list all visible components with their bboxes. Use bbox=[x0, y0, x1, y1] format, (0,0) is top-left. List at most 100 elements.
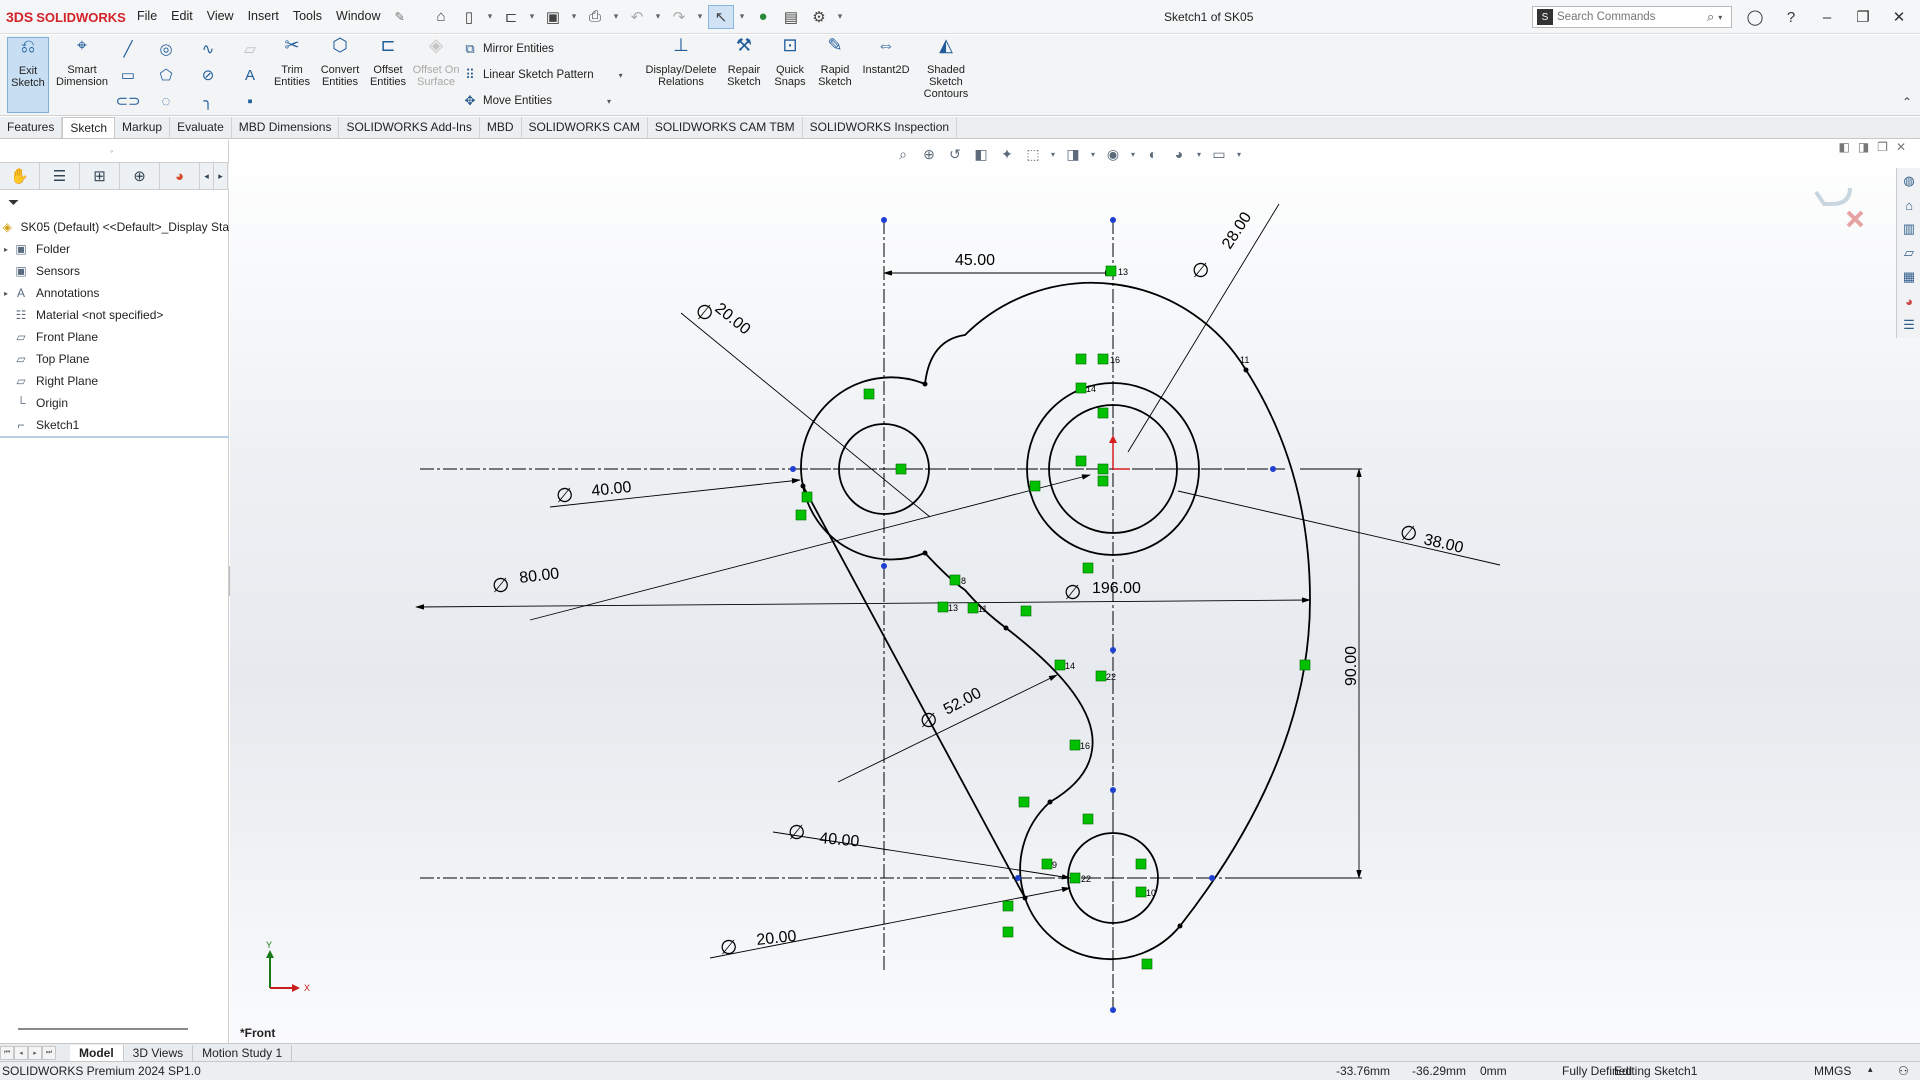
exit-sketch-button[interactable]: ⎌ Exit Sketch bbox=[7, 37, 49, 113]
dim-diameter-28[interactable]: 28.00 bbox=[1219, 209, 1255, 252]
previous-tab-icon[interactable]: ◂ bbox=[14, 1045, 28, 1060]
rapid-sketch-button[interactable]: ✎ Rapid Sketch bbox=[811, 36, 859, 88]
trim-entities-button[interactable]: ✂ Trim Entities bbox=[268, 36, 316, 88]
arc-tool-icon[interactable]: ◌ bbox=[156, 91, 176, 111]
pin-icon[interactable]: ✎ bbox=[388, 9, 412, 24]
endpoint[interactable] bbox=[1110, 217, 1116, 223]
redo-icon[interactable]: ↷ bbox=[666, 5, 692, 29]
new-document-icon[interactable]: ▯ bbox=[456, 5, 482, 29]
construction-lines[interactable] bbox=[793, 220, 1285, 1010]
polygon-tool-icon[interactable]: ⬠ bbox=[156, 65, 176, 85]
relation-glyph-icon[interactable] bbox=[967, 602, 979, 614]
relation-glyph-icon[interactable] bbox=[1054, 659, 1066, 671]
graphics-area[interactable]: ⌕ ⊕ ↺ ◧ ✦ ⬚ ▾ ◨ ▾ ◉ ▾ ◐ ◕ ▾ ▭ ▾ ◧ ◨ ❐ ✕ … bbox=[230, 140, 1920, 1043]
first-tab-icon[interactable]: ⏮ bbox=[0, 1045, 14, 1060]
relation-glyph-icon[interactable] bbox=[1095, 670, 1107, 682]
undo-dropdown-icon[interactable]: ▾ bbox=[652, 5, 664, 29]
spline-tool-icon[interactable]: ∿ bbox=[198, 39, 218, 59]
tree-item-folder[interactable]: ▸ ▣ Folder bbox=[0, 238, 229, 260]
options-dropdown-icon[interactable]: ▾ bbox=[834, 5, 846, 29]
print-dropdown-icon[interactable]: ▾ bbox=[610, 5, 622, 29]
open-icon[interactable]: ⊏ bbox=[498, 5, 524, 29]
convert-entities-button[interactable]: ⬡ Convert Entities bbox=[316, 36, 364, 88]
plane-tool-icon[interactable]: ▱ bbox=[240, 39, 260, 59]
property-manager-tab-icon[interactable]: ☰ bbox=[40, 163, 80, 189]
search-icon[interactable]: ⌕ bbox=[1707, 9, 1714, 25]
offset-on-surface-button[interactable]: ◈ Offset On Surface bbox=[412, 36, 460, 88]
text-tool-icon[interactable]: A bbox=[240, 65, 260, 85]
bottom-outer-arc[interactable] bbox=[1019, 801, 1181, 960]
relation-glyph-icon[interactable] bbox=[795, 509, 807, 521]
tab-solidworks-cam[interactable]: SOLIDWORKS CAM bbox=[522, 117, 648, 138]
relation-glyph-icon[interactable] bbox=[1097, 463, 1109, 475]
endpoint[interactable] bbox=[1110, 647, 1116, 653]
relation-glyph-icon[interactable] bbox=[1002, 926, 1014, 938]
tree-item-sketch1[interactable]: ⌐ Sketch1 bbox=[0, 414, 229, 436]
endpoint[interactable] bbox=[1209, 875, 1215, 881]
select-dropdown-icon[interactable]: ▾ bbox=[736, 5, 748, 29]
mirror-entities-button[interactable]: ⧉ Mirror Entities bbox=[462, 41, 554, 57]
tab-solidworks-add-ins[interactable]: SOLIDWORKS Add-Ins bbox=[339, 117, 480, 138]
linear-sketch-pattern-button[interactable]: ⠿ Linear Sketch Pattern ▾ bbox=[462, 67, 622, 83]
tree-item-front-plane[interactable]: ▱ Front Plane bbox=[0, 326, 229, 348]
filter-icon[interactable]: ⏷ bbox=[8, 194, 19, 211]
options-gear-icon[interactable]: ⚙ bbox=[806, 5, 832, 29]
dim-45[interactable]: 45.00 bbox=[955, 252, 995, 269]
fillet-tool-icon[interactable]: ╮ bbox=[198, 91, 218, 111]
rectangle-tool-icon[interactable]: ▭ bbox=[118, 65, 138, 85]
menu-insert[interactable]: Insert bbox=[241, 9, 286, 24]
search-commands-box[interactable]: S ⌕ ▾ bbox=[1532, 6, 1732, 28]
instant2d-button[interactable]: ⇔ Instant2D bbox=[858, 36, 914, 76]
unit-system-dropdown-icon[interactable]: ▴ bbox=[1868, 1064, 1873, 1075]
endpoint[interactable] bbox=[1110, 787, 1116, 793]
relation-glyph-icon[interactable] bbox=[1075, 353, 1087, 365]
collapse-ribbon-icon[interactable]: ⌃ bbox=[1902, 95, 1912, 109]
menu-file[interactable]: File bbox=[130, 9, 164, 24]
move-dropdown-icon[interactable]: ▾ bbox=[607, 97, 611, 106]
relation-glyph-icon[interactable] bbox=[1141, 958, 1153, 970]
solidworks-logo[interactable]: 3DS SOLIDWORKS bbox=[0, 9, 130, 25]
endpoint[interactable] bbox=[881, 563, 887, 569]
centerlines[interactable] bbox=[420, 220, 1280, 972]
relation-glyph-icon[interactable] bbox=[801, 491, 813, 503]
open-dropdown-icon[interactable]: ▾ bbox=[526, 5, 538, 29]
shaded-sketch-contours-button[interactable]: ◭ Shaded Sketch Contours bbox=[918, 36, 974, 100]
search-dropdown-icon[interactable]: ▾ bbox=[1718, 13, 1722, 22]
panel-grip-icon[interactable]: ◦ bbox=[110, 146, 113, 156]
relation-glyph-icon[interactable] bbox=[1075, 455, 1087, 467]
file-properties-icon[interactable]: ▤ bbox=[778, 5, 804, 29]
tab-mbd[interactable]: MBD bbox=[480, 117, 522, 138]
relation-glyph-icon[interactable] bbox=[895, 463, 907, 475]
repair-sketch-button[interactable]: ⚒ Repair Sketch bbox=[720, 36, 768, 88]
save-dropdown-icon[interactable]: ▾ bbox=[568, 5, 580, 29]
redo-dropdown-icon[interactable]: ▾ bbox=[694, 5, 706, 29]
tab-markup[interactable]: Markup bbox=[115, 117, 171, 138]
dim-diameter-20-top[interactable]: 20.00 bbox=[711, 300, 753, 338]
tab-motion-study-1[interactable]: Motion Study 1 bbox=[193, 1044, 293, 1061]
display-delete-relations-button[interactable]: ⊥ Display/Delete Relations bbox=[640, 36, 722, 88]
expand-icon[interactable]: ▸ bbox=[0, 245, 12, 254]
relation-glyph-icon[interactable] bbox=[1082, 562, 1094, 574]
expand-icon[interactable]: ▸ bbox=[0, 289, 12, 298]
dim-diameter-20-bottom[interactable]: 20.00 bbox=[756, 928, 798, 949]
rollback-bar[interactable] bbox=[0, 436, 229, 438]
relation-glyph-icon[interactable] bbox=[937, 601, 949, 613]
relation-glyph-icon[interactable] bbox=[1002, 900, 1014, 912]
sketch-geometry[interactable] bbox=[800, 281, 1311, 960]
relation-glyph-icon[interactable] bbox=[1020, 605, 1032, 617]
menu-window[interactable]: Window bbox=[329, 9, 387, 24]
tree-item-origin[interactable]: └ Origin bbox=[0, 392, 229, 414]
relation-glyph-icon[interactable] bbox=[1097, 353, 1109, 365]
relation-glyph-icon[interactable] bbox=[1082, 813, 1094, 825]
minimize-icon[interactable]: – bbox=[1814, 6, 1840, 28]
tab-scroll-right-icon[interactable]: ▸ bbox=[214, 163, 228, 189]
print-icon[interactable]: ⎙ bbox=[582, 5, 608, 29]
tab-solidworks-cam-tbm[interactable]: SOLIDWORKS CAM TBM bbox=[648, 117, 803, 138]
endpoint[interactable] bbox=[881, 217, 887, 223]
relation-glyph-icon[interactable] bbox=[863, 388, 875, 400]
dimxpert-tab-icon[interactable]: ⊕ bbox=[120, 163, 160, 189]
select-pointer-icon[interactable]: ↖ bbox=[707, 4, 734, 29]
quick-snaps-button[interactable]: ⊡ Quick Snaps bbox=[765, 36, 815, 88]
dim-diameter-196[interactable]: 196.00 bbox=[1092, 580, 1141, 597]
home-icon[interactable]: ⌂ bbox=[428, 5, 454, 29]
